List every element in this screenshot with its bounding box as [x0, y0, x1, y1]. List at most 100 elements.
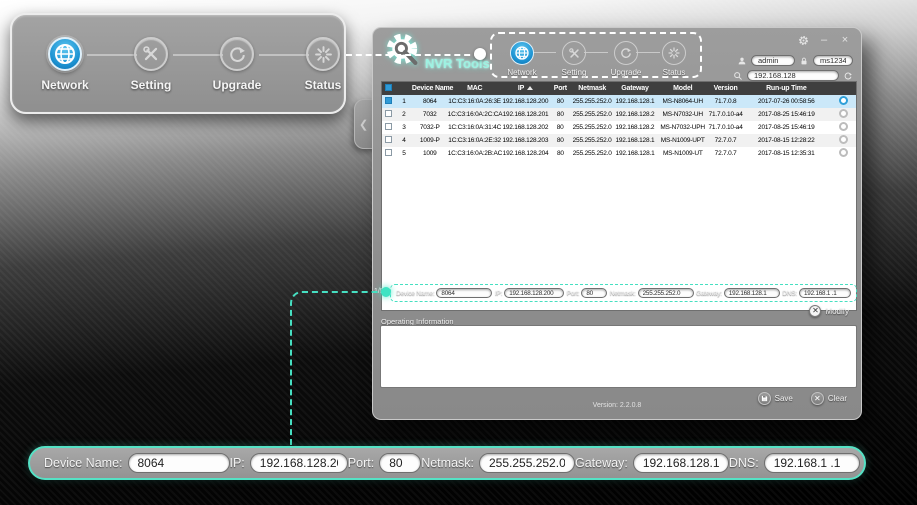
tools-icon [134, 37, 168, 71]
version-label: Version: 2.2.0.8 [373, 402, 861, 409]
callout-tab-setting[interactable]: Setting [106, 37, 196, 92]
col-ip[interactable]: IP [502, 85, 550, 92]
tab-label: Setting [545, 68, 603, 77]
ip-field-group: IP: [230, 453, 348, 473]
tab-label: Status [645, 68, 703, 77]
row-checkbox[interactable] [382, 149, 396, 158]
username-field[interactable] [751, 55, 795, 66]
col-device-name[interactable]: Device Name [412, 85, 448, 92]
open-browser-icon[interactable] [830, 96, 856, 107]
search-row [733, 70, 853, 81]
table-row[interactable]: 3 7032-P 1C:C3:16:0A:31:4C 192.168.128.2… [382, 121, 856, 134]
col-mac[interactable]: MAC [448, 85, 502, 92]
device-name-field-group: Device Name: [396, 288, 492, 298]
col-model[interactable]: Model [657, 85, 709, 92]
row-checkbox[interactable] [382, 110, 396, 119]
globe-icon [48, 37, 82, 71]
logo-gear-magnifier-icon [381, 32, 423, 66]
screenshot-root: Network Setting Upgrade Status ❮ NVR Too [0, 0, 917, 505]
operating-information-panel [380, 325, 857, 388]
editbar-connector-dashed-line [290, 291, 386, 448]
modify-x-icon: ✕ [809, 305, 821, 317]
netmask-field-group: Netmask: [610, 288, 694, 298]
callout-tab-label: Status [278, 78, 368, 92]
dns-field-group: DNS: [729, 453, 860, 473]
tab-network[interactable]: Network [493, 41, 551, 77]
search-icon [733, 71, 743, 81]
netmask-field[interactable] [479, 453, 575, 473]
row-checkbox[interactable] [382, 97, 396, 106]
minimize-button[interactable]: – [818, 34, 830, 46]
close-button[interactable]: × [839, 34, 851, 46]
settings-gear-icon[interactable] [797, 34, 809, 46]
col-version[interactable]: Version [709, 85, 743, 92]
device-name-field[interactable] [436, 288, 492, 298]
callout-tab-network[interactable]: Network [20, 37, 110, 92]
row-checkbox[interactable] [382, 136, 396, 145]
tab-status[interactable]: Status [645, 41, 703, 77]
ip-field[interactable] [504, 288, 564, 298]
account-row [737, 55, 853, 66]
netmask-field-group: Netmask: [421, 453, 575, 473]
upgrade-arrow-icon [614, 41, 638, 65]
tab-setting[interactable]: Setting [545, 41, 603, 77]
lock-icon [799, 56, 809, 66]
table-row[interactable]: 4 1009-P 1C:C3:16:0A:2E:32 192.168.128.2… [382, 134, 856, 147]
port-field-group: Port: [567, 288, 608, 298]
port-field[interactable] [379, 453, 421, 473]
dns-field-group: DNS: [782, 288, 851, 298]
callout-tab-status[interactable]: Status [278, 37, 368, 92]
globe-icon [510, 41, 534, 65]
open-browser-icon[interactable] [830, 109, 856, 120]
device-name-field-group: Device Name: [44, 453, 230, 473]
dns-field[interactable] [799, 288, 851, 298]
nav-dashed-highlight: Network Setting Upgrade Status [490, 32, 702, 78]
ip-field-group: IP: [495, 288, 564, 298]
callout-connector-dashed-line [346, 54, 480, 56]
gateway-field[interactable] [724, 288, 780, 298]
col-gateway[interactable]: Gateway [613, 85, 657, 92]
chevron-left-icon: ❮ [359, 118, 368, 131]
open-browser-icon[interactable] [830, 148, 856, 159]
gateway-field-group: Gateway: [575, 453, 729, 473]
device-name-field[interactable] [128, 453, 230, 473]
gateway-field-group: Gateway: [696, 288, 780, 298]
password-field[interactable] [813, 55, 853, 66]
dns-field[interactable] [764, 453, 860, 473]
table-header-row: Device Name MAC IP Port Netmask Gateway … [382, 82, 856, 95]
open-browser-icon[interactable] [830, 135, 856, 146]
callout-tab-label: Upgrade [192, 78, 282, 92]
sort-asc-icon [527, 86, 533, 90]
window-controls: – × [797, 34, 851, 46]
callout-tab-label: Setting [106, 78, 196, 92]
user-icon [737, 56, 747, 66]
editbar-connector-dot [381, 287, 391, 297]
col-runup-time[interactable]: Run-up Time [743, 85, 831, 92]
nvr-tools-window: NVR Tools Network Setting Upgrade [372, 27, 862, 420]
status-burst-icon [306, 37, 340, 71]
row-checkbox[interactable] [382, 123, 396, 132]
upgrade-arrow-icon [220, 37, 254, 71]
callout-tab-label: Network [20, 78, 110, 92]
table-row[interactable]: 5 1009 1C:C3:16:0A:2B:AC 192.168.128.204… [382, 147, 856, 160]
ip-field[interactable] [250, 453, 348, 473]
callout-tab-upgrade[interactable]: Upgrade [192, 37, 282, 92]
col-netmask[interactable]: Netmask [571, 85, 613, 92]
port-field[interactable] [581, 288, 607, 298]
port-field-group: Port: [348, 453, 421, 473]
table-row[interactable]: 2 7032 1C:C3:16:0A:2C:CA 192.168.128.201… [382, 108, 856, 121]
edit-fields-strip: Device Name: IP: Port: Netmask: Gateway:… [390, 284, 857, 302]
open-browser-icon[interactable] [830, 122, 856, 133]
gateway-field[interactable] [633, 453, 729, 473]
tools-icon [562, 41, 586, 65]
nav-zoom-callout: Network Setting Upgrade Status [10, 13, 346, 114]
search-input[interactable] [747, 70, 839, 81]
refresh-icon[interactable] [843, 71, 853, 81]
modify-button[interactable]: ✕ Modify [809, 305, 849, 317]
status-burst-icon [662, 41, 686, 65]
netmask-field[interactable] [638, 288, 694, 298]
tab-label: Network [493, 68, 551, 77]
table-row[interactable]: 1 8064 1C:C3:16:0A:26:3E 192.168.128.200… [382, 95, 856, 108]
select-all-checkbox[interactable] [382, 84, 396, 93]
col-port[interactable]: Port [549, 85, 571, 92]
